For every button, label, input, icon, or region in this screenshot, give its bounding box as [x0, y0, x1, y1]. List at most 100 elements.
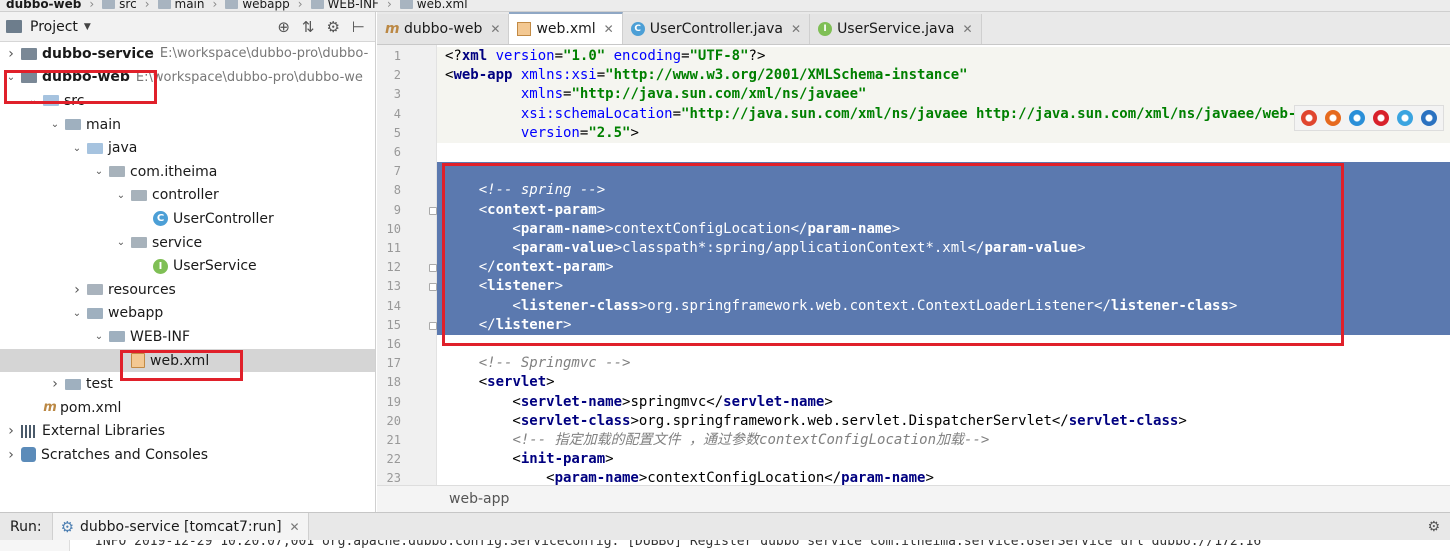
code-line[interactable]: <!-- spring --> — [437, 181, 1450, 201]
code-line[interactable]: <!-- Springmvc --> — [437, 354, 1450, 373]
chevron-down-icon[interactable]: ⌄ — [114, 237, 128, 248]
chevron-right-icon[interactable]: › — [4, 423, 18, 439]
code-line[interactable]: <servlet> — [437, 373, 1450, 392]
run-console[interactable]: INFO 2019-12-29 10:20:07,001 org.apache.… — [0, 540, 1450, 551]
tree-item[interactable]: ›web.xml — [0, 348, 375, 373]
breadcrumb-item[interactable]: main — [152, 0, 211, 10]
editor-tab[interactable]: C UserController.java ✕ — [622, 14, 811, 44]
fold-marker-icon[interactable] — [429, 283, 437, 292]
code-line[interactable]: <param-name>contextConfigLocation</param… — [437, 469, 1450, 485]
code-token: >classpath*:spring/applicationContext*.x… — [613, 240, 985, 256]
breadcrumb-item[interactable]: src — [96, 0, 143, 10]
chevron-down-icon[interactable]: ⌄ — [26, 95, 40, 106]
editor-tab[interactable]: I UserService.java ✕ — [810, 14, 982, 44]
tree-item[interactable]: ›CUserController — [0, 207, 375, 231]
chevron-down-icon[interactable]: ⌄ — [92, 331, 106, 342]
chevron-down-icon[interactable]: ⌄ — [70, 308, 84, 319]
fold-marker-icon[interactable] — [429, 206, 437, 215]
fold-marker-icon[interactable] — [429, 264, 437, 273]
tree-item[interactable]: ⌄ java — [0, 136, 375, 160]
breadcrumb-item[interactable]: web.xml — [394, 0, 474, 10]
opera-icon[interactable] — [1373, 110, 1389, 126]
chevron-right-icon[interactable]: › — [4, 447, 18, 463]
chevron-down-icon[interactable]: ⌄ — [70, 143, 84, 154]
tree-item[interactable]: ⌄ com.itheima — [0, 160, 375, 184]
breadcrumb-item[interactable]: dubbo-web — [0, 0, 87, 10]
chevron-down-icon[interactable]: ⌄ — [114, 190, 128, 201]
collapse-icon[interactable]: ⇅ — [302, 18, 315, 36]
code-line[interactable]: <servlet-name>springmvc</servlet-name> — [437, 393, 1450, 412]
chevron-down-icon[interactable]: ⌄ — [48, 119, 62, 130]
code-line[interactable]: <servlet-class>org.springframework.web.s… — [437, 412, 1450, 431]
code-line[interactable]: xmlns="http://java.sun.com/xml/ns/javaee… — [437, 85, 1450, 105]
tree-item[interactable]: ⌄ src — [0, 89, 375, 113]
gear-icon[interactable]: ⚙ — [1427, 519, 1450, 535]
code-area[interactable]: 1 2 3 4 5 6 7 8 9 10 11 12 13 14 15 16 17 18 19 20 21 22 23 <?… — [377, 45, 1450, 485]
tree-item-label: Scratches and Consoles — [41, 446, 208, 463]
chrome-icon[interactable] — [1301, 110, 1317, 126]
tree-item[interactable]: › Scratches and Consoles — [0, 443, 375, 467]
tree-item[interactable]: ⌄ service — [0, 231, 375, 255]
tree-item[interactable]: ›mpom.xml — [0, 396, 375, 420]
code-line[interactable]: <?xml version="1.0" encoding="UTF-8"?> — [437, 47, 1450, 67]
edge-icon[interactable] — [1421, 110, 1437, 126]
code-line[interactable] — [437, 143, 1450, 162]
chevron-right-icon[interactable]: › — [48, 376, 62, 392]
breadcrumb-item[interactable]: webapp — [219, 0, 295, 10]
tree-item[interactable]: ⌄ dubbo-web E:\workspace\dubbo-pro\dubbo-w… — [0, 66, 375, 90]
chevron-right-icon[interactable]: › — [4, 46, 18, 62]
breadcrumb-item[interactable]: WEB-INF — [305, 0, 385, 10]
tree-item[interactable]: › dubbo-service E:\workspace\dubbo-pro\dub… — [0, 42, 375, 66]
editor-tab[interactable]: m dubbo-web ✕ — [377, 14, 510, 44]
project-view-selector[interactable]: Project ▼ — [6, 19, 91, 35]
run-config-tab[interactable]: ⚙ dubbo-service [tomcat7:run] ✕ — [51, 512, 309, 541]
close-icon[interactable]: ✕ — [604, 22, 614, 36]
gear-icon[interactable]: ⚙ — [326, 18, 339, 36]
package-icon — [131, 237, 147, 249]
editor-breadcrumb-item[interactable]: web-app — [449, 491, 509, 507]
fold-marker-icon[interactable] — [429, 321, 437, 330]
run-config-label: dubbo-service [tomcat7:run] — [80, 518, 282, 535]
tree-item[interactable]: ›IUserService — [0, 254, 375, 278]
code-line[interactable]: <init-param> — [437, 450, 1450, 469]
code-line[interactable]: <web-app xmlns:xsi="http://www.w3.org/20… — [437, 66, 1450, 86]
locate-icon[interactable]: ⊕ — [277, 18, 290, 36]
code-line[interactable]: <context-param> — [437, 200, 1450, 220]
firefox-icon[interactable] — [1325, 110, 1341, 126]
code-token: listener — [487, 278, 555, 295]
breadcrumb-separator: › — [144, 0, 150, 11]
tree-item-label: web.xml — [150, 352, 210, 369]
ie-icon[interactable] — [1397, 110, 1413, 126]
code-line[interactable]: </listener> — [437, 315, 1450, 335]
code-line[interactable]: </context-param> — [437, 258, 1450, 278]
tomcat-run-icon: ⚙ — [60, 517, 75, 536]
code-line[interactable] — [437, 162, 1450, 182]
breadcrumb-label: webapp — [242, 0, 290, 11]
tree-item[interactable]: ⌄ webapp — [0, 302, 375, 326]
chevron-down-icon[interactable]: ⌄ — [4, 72, 18, 83]
tree-item[interactable]: ⌄ main — [0, 113, 375, 137]
code-line[interactable]: <param-name>contextConfigLocation</param… — [437, 219, 1450, 239]
code-line[interactable] — [437, 335, 1450, 354]
code-line[interactable]: <param-value>classpath*:spring/applicati… — [437, 239, 1450, 259]
editor-breadcrumb[interactable]: web-app — [377, 485, 1450, 512]
code-line[interactable]: <listener-class>org.springframework.web.… — [437, 296, 1450, 316]
close-icon[interactable]: ✕ — [791, 22, 801, 36]
tree-item[interactable]: ⌄ controller — [0, 184, 375, 208]
tree-item[interactable]: › External Libraries — [0, 420, 375, 444]
editor-tab[interactable]: web.xml ✕ — [509, 12, 623, 44]
minimize-icon[interactable]: ⊢ — [352, 18, 365, 36]
code-token: < — [445, 278, 488, 295]
safari-icon[interactable] — [1349, 110, 1365, 126]
code-line[interactable]: <listener> — [437, 277, 1450, 297]
tree-item[interactable]: › test — [0, 372, 375, 396]
close-icon[interactable]: ✕ — [490, 22, 500, 36]
close-icon[interactable]: ✕ — [963, 22, 973, 36]
code-line[interactable]: <!-- 指定加载的配置文件 ，通过参数contextConfigLocatio… — [437, 431, 1450, 450]
tree-item[interactable]: ⌄ WEB-INF — [0, 325, 375, 349]
chevron-right-icon[interactable]: › — [70, 282, 84, 298]
close-icon[interactable]: ✕ — [290, 520, 300, 534]
chevron-down-icon[interactable]: ⌄ — [92, 166, 106, 177]
folder-icon — [399, 0, 413, 9]
tree-item[interactable]: › resources — [0, 278, 375, 302]
